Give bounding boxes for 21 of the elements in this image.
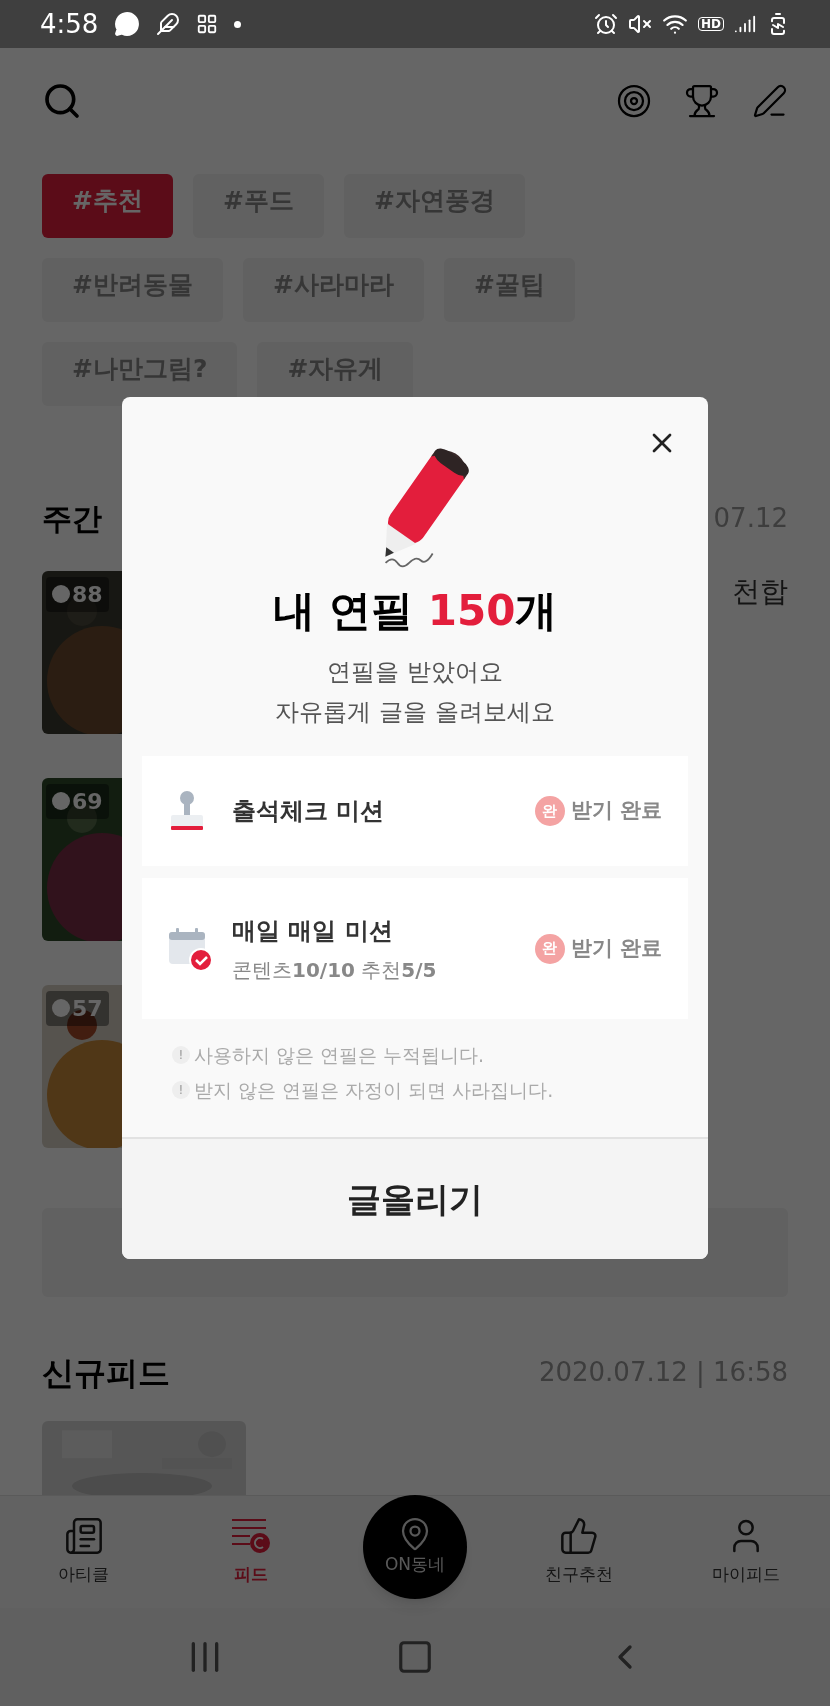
done-badge: 완: [534, 796, 565, 826]
section-title: 주간: [42, 499, 102, 538]
info-mark: !: [172, 1046, 190, 1065]
info-mark: !: [172, 1080, 190, 1099]
done-badge: 완: [534, 933, 565, 964]
modal-subtitle: 자유롭게 글을 올려보세요: [275, 697, 555, 728]
modal-subtitle: 연필을 받았어요: [327, 657, 503, 688]
hd-badge: HD: [698, 17, 724, 31]
count-text: 69: [72, 787, 103, 816]
count-text: 88: [72, 580, 103, 609]
modal-title: 내 연필 150개: [271, 585, 559, 637]
note-text: 받지 않은 연필은 자정이 되면 사라집니다.: [194, 1077, 554, 1103]
mission-status: 받기 완료: [570, 934, 662, 962]
mission-title: 매일 매일 미션: [232, 915, 394, 947]
mission-status: 받기 완료: [570, 797, 662, 825]
section-title: 신규피드: [42, 1352, 170, 1394]
card-title: 천합: [732, 573, 788, 610]
mission-title: 출석체크 미션: [232, 796, 386, 827]
count-text: 57: [72, 994, 103, 1023]
note-text: 사용하지 않은 연필은 누적됩니다.: [194, 1043, 485, 1068]
status-time: 4:58: [40, 7, 99, 41]
